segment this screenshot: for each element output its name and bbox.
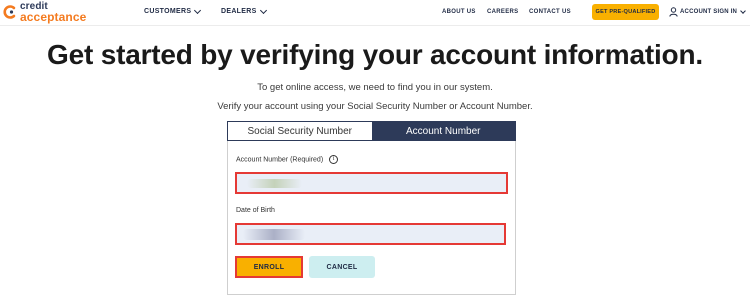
user-icon <box>669 7 678 17</box>
nav-careers[interactable]: CAREERS <box>487 9 518 15</box>
tab-account-number[interactable]: Account Number <box>371 122 515 140</box>
nav-about-us[interactable]: ABOUT US <box>442 9 476 15</box>
intro-text: To get online access, we need to find yo… <box>257 82 493 93</box>
verification-tabs: Social Security Number Account Number <box>227 121 516 141</box>
account-sign-in[interactable]: ACCOUNT SIGN IN <box>669 7 746 17</box>
nav-customers[interactable]: CUSTOMERS <box>144 6 202 15</box>
enroll-button[interactable]: ENROLL <box>235 256 303 278</box>
page-title: Get started by verifying your account in… <box>47 39 703 70</box>
cancel-button[interactable]: CANCEL <box>309 256 375 278</box>
get-prequalified-button[interactable]: GET PRE-QUALIFIED <box>592 4 659 20</box>
account-number-field-wrapper <box>235 172 508 194</box>
site-header: credit acceptance CUSTOMERS DEALERS ABOU… <box>0 0 750 26</box>
chevron-down-icon <box>740 7 746 14</box>
logo-icon <box>3 5 16 19</box>
nav-contact-us[interactable]: CONTACT US <box>529 9 571 15</box>
nav-customers-label: CUSTOMERS <box>144 8 192 15</box>
date-of-birth-label: Date of Birth <box>236 207 275 214</box>
credit-acceptance-logo[interactable]: credit acceptance <box>3 2 113 24</box>
instruction-text: Verify your account using your Social Se… <box>217 101 533 112</box>
chevron-down-icon <box>259 6 267 14</box>
account-sign-in-label: ACCOUNT SIGN IN <box>680 9 737 15</box>
nav-dealers-label: DEALERS <box>221 8 257 15</box>
redacted-value <box>247 179 302 188</box>
tab-social-security-number[interactable]: Social Security Number <box>228 122 372 140</box>
redacted-value <box>243 229 305 240</box>
date-of-birth-field-wrapper <box>235 223 506 245</box>
account-number-label-text: Account Number (Required) <box>236 156 324 164</box>
logo-text-acceptance: acceptance <box>20 10 87 24</box>
account-number-label: Account Number (Required) i <box>236 155 339 164</box>
chevron-down-icon <box>194 6 202 14</box>
info-icon[interactable]: i <box>329 155 339 164</box>
nav-dealers[interactable]: DEALERS <box>221 6 267 15</box>
